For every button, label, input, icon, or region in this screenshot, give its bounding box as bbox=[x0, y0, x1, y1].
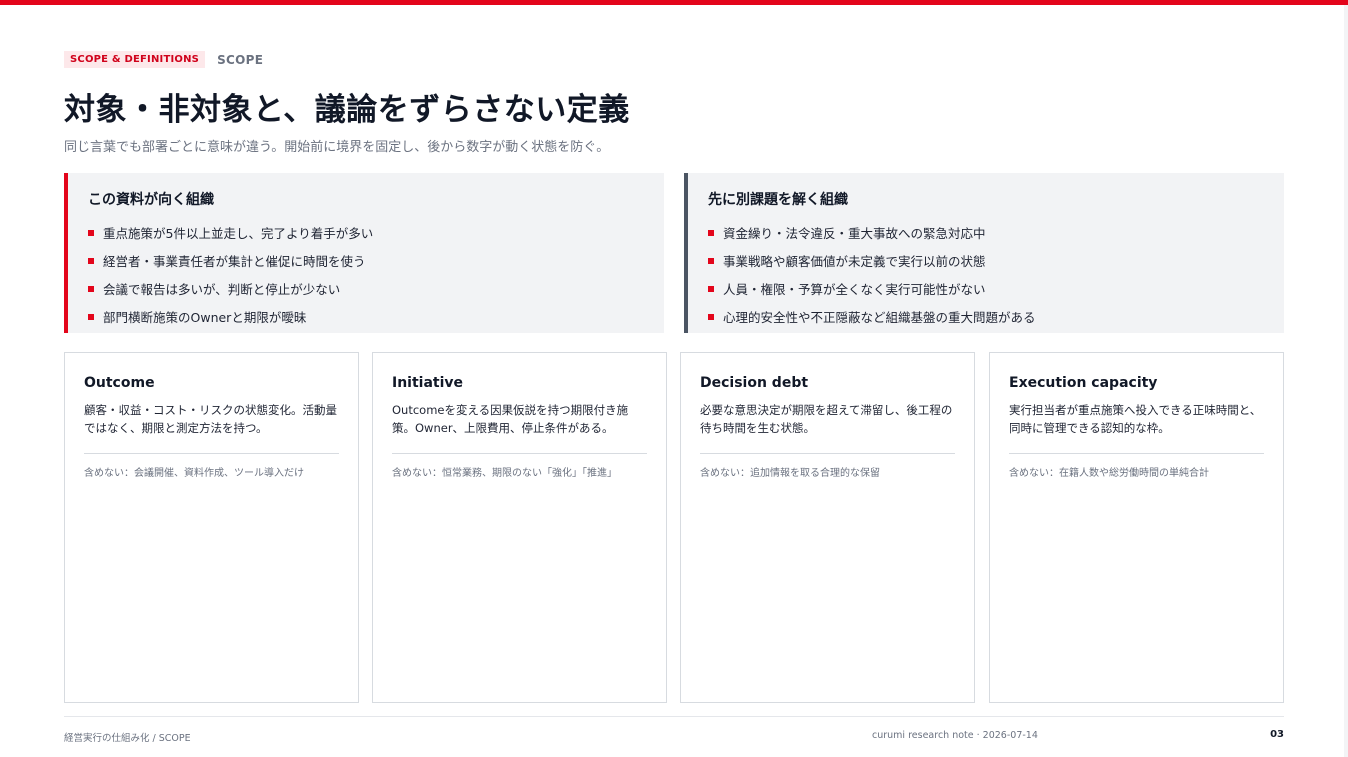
card-definition: 顧客・収益・コスト・リスクの状態変化。活動量ではなく、期限と測定方法を持つ。 bbox=[84, 403, 337, 435]
fit-organizations-panel: この資料が向く組織 重点施策が5件以上並走し、完了より着手が多い 経営者・事業責… bbox=[64, 173, 664, 333]
page-title: 対象・非対象と、議論をずらさない定義 bbox=[64, 92, 630, 128]
list-item: 経営者・事業責任者が集計と催促に時間を使う bbox=[88, 246, 644, 274]
list-item-text: 資金繰り・法令違反・重大事故への緊急対応中 bbox=[723, 225, 986, 241]
definition-card-initiative: Initiative Outcomeを変える因果仮説を持つ期限付き施策。Owne… bbox=[372, 352, 667, 703]
unfit-organizations-panel: 先に別課題を解く組織 資金繰り・法令違反・重大事故への緊急対応中 事業戦略や顧客… bbox=[684, 173, 1284, 333]
list-item-text: 重点施策が5件以上並走し、完了より着手が多い bbox=[103, 225, 374, 241]
eyebrow: SCOPE & DEFINITIONS SCOPE bbox=[64, 51, 263, 68]
square-bullet-icon bbox=[708, 313, 714, 320]
list-item-text: 人員・権限・予算が全くなく実行可能性がない bbox=[723, 281, 986, 297]
definition-card-decision-debt: Decision debt 必要な意思決定が期限を超えて滞留し、後工程の待ち時間… bbox=[680, 352, 975, 703]
list-item: 心理的安全性や不正隠蔽など組織基盤の重大問題がある bbox=[708, 302, 1264, 330]
footer-source-date: curumi research note · 2026-07-14 bbox=[872, 730, 1038, 741]
card-definition: 実行担当者が重点施策へ投入できる正味時間と、同時に管理できる認知的な枠。 bbox=[1009, 403, 1262, 435]
page-subtitle: 同じ言葉でも部署ごとに意味が違う。開始前に境界を固定し、後から数字が動く状態を防… bbox=[64, 140, 610, 155]
section-tag: SCOPE & DEFINITIONS bbox=[64, 51, 206, 68]
unfit-list: 資金繰り・法令違反・重大事故への緊急対応中 事業戦略や顧客価値が未定義で実行以前… bbox=[708, 218, 1264, 330]
square-bullet-icon bbox=[708, 285, 714, 292]
square-bullet-icon bbox=[88, 313, 94, 320]
list-item: 会議で報告は多いが、判断と停止が少ない bbox=[88, 274, 644, 302]
fit-list: 重点施策が5件以上並走し、完了より着手が多い 経営者・事業責任者が集計と催促に時… bbox=[88, 218, 644, 330]
card-divider bbox=[392, 453, 647, 454]
card-exclusion: 含めない：在籍人数や総労働時間の単純合計 bbox=[1009, 468, 1209, 479]
card-definition: 必要な意思決定が期限を超えて滞留し、後工程の待ち時間を生む状態。 bbox=[700, 403, 953, 435]
list-item-text: 事業戦略や顧客価値が未定義で実行以前の状態 bbox=[723, 253, 986, 269]
list-item-text: 会議で報告は多いが、判断と停止が少ない bbox=[103, 281, 341, 297]
card-term: Execution capacity bbox=[1009, 375, 1158, 391]
unfit-panel-heading: 先に別課題を解く組織 bbox=[708, 192, 848, 208]
square-bullet-icon bbox=[88, 229, 94, 236]
list-item: 部門横断施策のOwnerと期限が曖昧 bbox=[88, 302, 644, 330]
top-accent-bar bbox=[0, 0, 1348, 5]
page-number: 03 bbox=[1270, 729, 1284, 740]
section-label: SCOPE bbox=[217, 52, 264, 67]
list-item: 資金繰り・法令違反・重大事故への緊急対応中 bbox=[708, 218, 1264, 246]
card-divider bbox=[1009, 453, 1264, 454]
card-divider bbox=[84, 453, 339, 454]
definition-card-outcome: Outcome 顧客・収益・コスト・リスクの状態変化。活動量ではなく、期限と測定… bbox=[64, 352, 359, 703]
list-item-text: 心理的安全性や不正隠蔽など組織基盤の重大問題がある bbox=[723, 309, 1036, 325]
square-bullet-icon bbox=[708, 257, 714, 264]
card-term: Decision debt bbox=[700, 375, 809, 391]
card-definition: Outcomeを変える因果仮説を持つ期限付き施策。Owner、上限費用、停止条件… bbox=[392, 403, 629, 435]
card-exclusion: 含めない：恒常業務、期限のない「強化」「推進」 bbox=[392, 468, 617, 479]
definition-card-execution-capacity: Execution capacity 実行担当者が重点施策へ投入できる正味時間と… bbox=[989, 352, 1284, 703]
card-term: Outcome bbox=[84, 375, 155, 391]
card-term: Initiative bbox=[392, 375, 464, 391]
list-item-text: 部門横断施策のOwnerと期限が曖昧 bbox=[103, 309, 307, 325]
footer-document-title: 経営実行の仕組み化 / SCOPE bbox=[64, 733, 191, 744]
footer-divider bbox=[64, 716, 1284, 717]
list-item: 事業戦略や顧客価値が未定義で実行以前の状態 bbox=[708, 246, 1264, 274]
list-item-text: 経営者・事業責任者が集計と催促に時間を使う bbox=[103, 253, 366, 269]
list-item: 人員・権限・予算が全くなく実行可能性がない bbox=[708, 274, 1264, 302]
right-edge-strip bbox=[1344, 5, 1348, 757]
square-bullet-icon bbox=[88, 257, 94, 264]
card-exclusion: 含めない：会議開催、資料作成、ツール導入だけ bbox=[84, 468, 304, 479]
card-divider bbox=[700, 453, 955, 454]
square-bullet-icon bbox=[88, 285, 94, 292]
list-item: 重点施策が5件以上並走し、完了より着手が多い bbox=[88, 218, 644, 246]
card-exclusion: 含めない：追加情報を取る合理的な保留 bbox=[700, 468, 880, 479]
square-bullet-icon bbox=[708, 229, 714, 236]
fit-panel-heading: この資料が向く組織 bbox=[88, 192, 214, 208]
